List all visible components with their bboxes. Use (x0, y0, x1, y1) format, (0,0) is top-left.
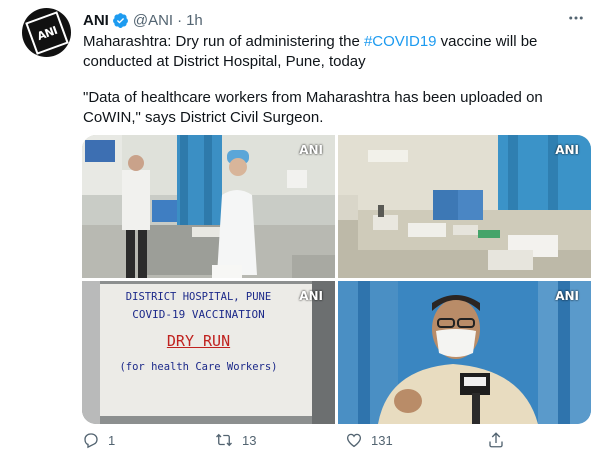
retweet-button[interactable]: 13 (214, 430, 256, 450)
retweet-icon (216, 433, 232, 447)
watermark-logo: ANI (555, 143, 579, 157)
watermark-logo: ANI (299, 143, 323, 157)
share-icon (489, 432, 503, 448)
photo-whiteboard-dry-run[interactable]: DISTRICT HOSPITAL, PUNE COVID-19 VACCINA… (82, 281, 335, 424)
media-grid: ANI ANI DISTRICT HOSPITAL, PUNE COVID-19… (82, 135, 591, 424)
board-line-4: (for health Care Workers) (119, 361, 278, 373)
verified-badge-icon (112, 12, 129, 29)
separator-dot: · (177, 11, 183, 29)
display-name[interactable]: ANI (83, 12, 109, 29)
reply-icon (84, 433, 98, 449)
avatar[interactable]: ANI (22, 8, 71, 57)
like-count: 131 (371, 432, 393, 448)
like-button[interactable]: 131 (345, 430, 393, 450)
photo-hospital-room-staff[interactable]: ANI (82, 135, 335, 278)
hashtag-link[interactable]: #COVID19 (364, 33, 437, 50)
reply-count: 1 (108, 432, 116, 448)
handle[interactable]: @ANI (133, 12, 173, 29)
tweet[interactable]: ANI ANI @ANI · 1h Maharashtra: Dry run o… (0, 0, 597, 455)
retweet-count: 13 (242, 432, 257, 448)
tweet-text: Maharashtra: Dry run of administering th… (83, 32, 583, 128)
timestamp[interactable]: 1h (186, 12, 203, 29)
board-line-2: COVID-19 VACCINATION (132, 308, 265, 321)
share-button[interactable] (487, 430, 513, 450)
action-bar: 1 13 131 (82, 430, 582, 450)
whiteboard: DISTRICT HOSPITAL, PUNE COVID-19 VACCINA… (82, 281, 335, 424)
text-prefix: Maharashtra: Dry run of administering th… (83, 33, 364, 50)
board-line-1: DISTRICT HOSPITAL, PUNE (125, 291, 272, 303)
watermark-logo: ANI (555, 289, 579, 303)
tweet-paragraph-2: "Data of healthcare workers from Maharas… (83, 89, 543, 126)
watermark-logo: ANI (299, 289, 323, 303)
like-icon (346, 433, 362, 448)
photo-civil-surgeon[interactable]: ANI (338, 281, 591, 424)
more-options-icon[interactable] (563, 8, 589, 28)
tweet-header: ANI @ANI · 1h (83, 10, 203, 30)
tweet-paragraph-1: Maharashtra: Dry run of administering th… (83, 32, 583, 72)
reply-button[interactable]: 1 (82, 430, 115, 450)
photo-vaccine-table[interactable]: ANI (338, 135, 591, 278)
avatar-logo: ANI (24, 10, 69, 55)
board-line-3: DRY RUN (166, 332, 231, 350)
